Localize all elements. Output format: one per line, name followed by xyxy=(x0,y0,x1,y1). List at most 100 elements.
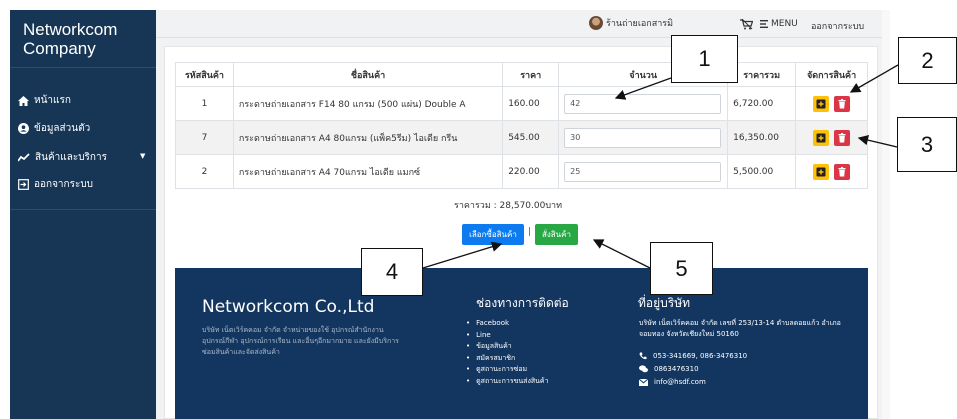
table-row: 1 กระดาษถ่ายเอกสาร F14 80 แกรม (500 แผ่น… xyxy=(175,86,868,121)
sidebar-divider xyxy=(10,67,156,68)
phone-icon xyxy=(639,352,647,360)
header-price: ราคา xyxy=(502,62,559,87)
sidebar-item-logout[interactable]: ออกจากระบบ xyxy=(18,177,93,192)
footer-link-line[interactable]: Line xyxy=(466,330,549,342)
sidebar-item-label: สินค้าและบริการ xyxy=(35,152,107,163)
trash-icon xyxy=(838,166,846,176)
product-name: กระดาษถ่ายเอกสาร A4 80แกรม (แพ็ค5รีม) ไอ… xyxy=(232,120,503,155)
plus-square-icon xyxy=(816,133,826,142)
footer-link-shipping-status[interactable]: ดูสถานะการขนส่งสินค้า xyxy=(466,376,548,388)
table-row: 2 กระดาษถ่ายเอกสาร A4 70แกรม ไอเดีย แมกซ… xyxy=(175,154,868,189)
footer-line-text: 0863476310 xyxy=(654,365,699,373)
table-header-row: รหัสสินค้า ชื่อสินค้า ราคา จำนวน ราคารวม… xyxy=(175,62,868,87)
avatar xyxy=(589,16,603,30)
callout-4: 4 xyxy=(361,248,423,296)
actions-cell xyxy=(795,120,868,155)
sidebar-item-profile[interactable]: ข้อมูลส่วนตัว xyxy=(18,121,90,136)
callout-5: 5 xyxy=(650,242,713,295)
user-circle-icon xyxy=(18,123,29,134)
grand-total: ราคารวม : 28,570.00บาท xyxy=(454,201,563,211)
brand-line-2: Company xyxy=(23,39,96,58)
product-subtotal: 16,350.00 xyxy=(727,120,796,155)
chart-line-icon xyxy=(18,152,30,162)
footer-phone: 053-341669, 086-3476310 xyxy=(639,352,747,360)
quantity-cell xyxy=(558,86,728,121)
sidebar-item-label: ออกจากระบบ xyxy=(34,179,94,190)
sidebar-item-products[interactable]: สินค้าและบริการ xyxy=(18,150,107,165)
actions-cell xyxy=(795,154,868,189)
product-price: 545.00 xyxy=(502,120,559,155)
update-quantity-button[interactable] xyxy=(813,95,830,112)
chevron-down-icon[interactable]: ▼ xyxy=(140,152,145,160)
sidebar-item-label: หน้าแรก xyxy=(34,95,71,106)
sidebar-item-label: ข้อมูลส่วนตัว xyxy=(34,123,91,134)
quantity-input[interactable] xyxy=(564,127,722,148)
callout-2: 2 xyxy=(898,37,957,84)
top-navbar: ร้านถ่ายเอกสารมิ MENU ออกจากระบบ xyxy=(156,10,882,38)
header-actions: จัดการสินค้า xyxy=(795,62,868,87)
footer-company-title: Networkcom Co.,Ltd xyxy=(202,297,375,317)
menu-button[interactable]: MENU xyxy=(760,19,798,29)
menu-label: MENU xyxy=(771,19,798,29)
continue-shopping-button[interactable]: เลือกซื้อสินค้า xyxy=(462,224,524,245)
product-name: กระดาษถ่ายเอกสาร A4 70แกรม ไอเดีย แมกซ์ xyxy=(232,154,503,189)
footer-line: 0863476310 xyxy=(639,365,699,373)
product-price: 160.00 xyxy=(502,86,559,121)
footer-email: info@hsdf.com xyxy=(639,378,706,386)
footer-email-text: info@hsdf.com xyxy=(654,378,706,386)
delete-item-button[interactable] xyxy=(833,163,850,180)
product-subtotal: 5,500.00 xyxy=(727,154,796,189)
footer-link-repair-status[interactable]: ดูสถานะการซ่อม xyxy=(466,364,549,376)
footer-address-title: ที่อยู่บริษัท xyxy=(638,296,691,310)
button-separator: | xyxy=(528,227,532,237)
plus-square-icon xyxy=(816,167,826,176)
sign-out-icon xyxy=(18,179,29,190)
logout-label: ออกจากระบบ xyxy=(811,22,865,32)
chat-icon xyxy=(639,365,648,373)
shop-user-menu[interactable]: ร้านถ่ายเอกสารมิ xyxy=(589,16,673,30)
table-row: 7 กระดาษถ่ายเอกสาร A4 80แกรม (แพ็ค5รีม) … xyxy=(175,120,868,155)
shop-name: ร้านถ่ายเอกสารมิ xyxy=(606,19,674,29)
delete-item-button[interactable] xyxy=(833,95,850,112)
footer-link-facebook[interactable]: Facebook xyxy=(466,318,549,330)
trash-icon xyxy=(838,132,846,142)
brand-logo[interactable]: Networkcom Company xyxy=(23,20,117,58)
sidebar: Networkcom Company หน้าแรก ข้อมูลส่วนตัว… xyxy=(10,10,156,419)
product-id: 7 xyxy=(175,120,234,155)
delete-item-button[interactable] xyxy=(833,129,850,146)
footer-links: Facebook Line ข้อมูลสินค้า สมัครสมาชิก ด… xyxy=(466,318,549,388)
plus-square-icon xyxy=(816,99,826,108)
update-quantity-button[interactable] xyxy=(813,163,830,180)
header-product-name: ชื่อสินค้า xyxy=(232,62,503,87)
quantity-input[interactable] xyxy=(564,93,722,114)
footer-contact-title: ช่องทางการติดต่อ xyxy=(476,296,569,310)
envelope-icon xyxy=(639,378,648,386)
footer-link-products[interactable]: ข้อมูลสินค้า xyxy=(466,341,549,353)
quantity-cell xyxy=(558,154,728,189)
sidebar-item-home[interactable]: หน้าแรก xyxy=(18,93,71,108)
footer-company-description: บริษัท เน็ตเวิร์คคอม จำกัด จำหน่ายของใช้… xyxy=(202,326,399,356)
menu-icon xyxy=(760,20,768,28)
footer-phone-text: 053-341669, 086-3476310 xyxy=(653,352,748,360)
site-footer: Networkcom Co.,Ltd บริษัท เน็ตเวิร์คคอม … xyxy=(175,268,868,419)
product-id: 1 xyxy=(175,86,234,121)
scrollbar[interactable] xyxy=(882,10,890,419)
sidebar-divider xyxy=(10,209,156,210)
trash-icon xyxy=(838,98,846,108)
product-id: 2 xyxy=(175,154,234,189)
footer-address: บริษัท เน็ตเวิร์คคอม จำกัด เลขที่ 253/13… xyxy=(639,319,841,338)
product-price: 220.00 xyxy=(502,154,559,189)
place-order-button[interactable]: สั่งสินค้า xyxy=(535,224,578,245)
footer-link-register[interactable]: สมัครสมาชิก xyxy=(466,353,549,365)
product-name: กระดาษถ่ายเอกสาร F14 80 แกรม (500 แผ่น) … xyxy=(232,86,503,121)
callout-1: 1 xyxy=(671,35,738,83)
quantity-cell xyxy=(558,120,728,155)
logout-link[interactable]: ออกจากระบบ xyxy=(811,19,864,33)
home-icon xyxy=(18,95,29,106)
cart-icon[interactable] xyxy=(740,19,753,30)
update-quantity-button[interactable] xyxy=(813,129,830,146)
callout-3: 3 xyxy=(897,117,957,172)
quantity-input[interactable] xyxy=(564,161,722,182)
cart-table: รหัสสินค้า ชื่อสินค้า ราคา จำนวน ราคารวม… xyxy=(175,62,868,189)
header-product-id: รหัสสินค้า xyxy=(175,62,234,87)
